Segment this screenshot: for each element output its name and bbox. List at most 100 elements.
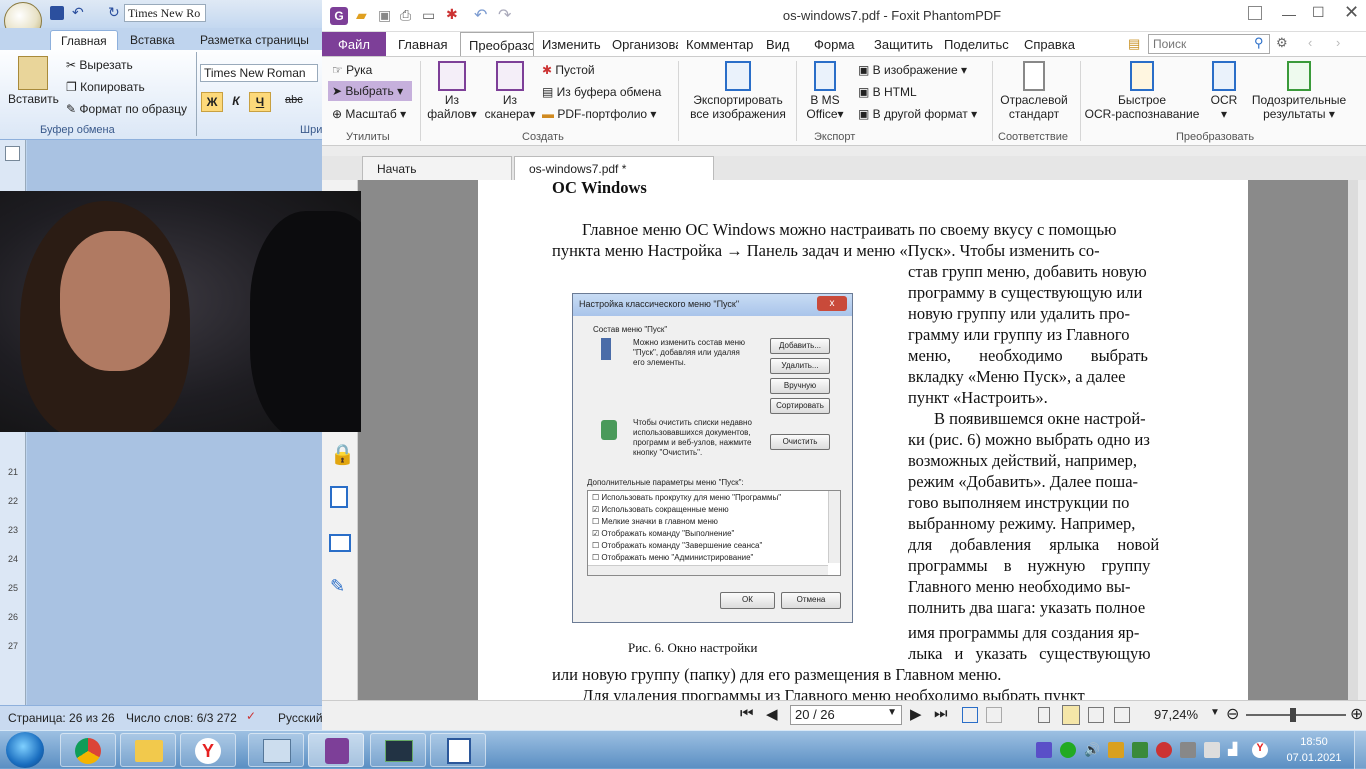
zoom-level[interactable]: 97,24% [1154, 707, 1198, 722]
clock[interactable]: 18:50 07.01.2021 [1286, 734, 1342, 766]
list-item[interactable]: ☑ Отображать команду "Выполнение" [592, 529, 734, 538]
list-item[interactable]: ☐ Отображать меню "Администрирование" [592, 553, 753, 562]
lock-icon[interactable]: 🔒 [330, 442, 355, 467]
format-painter-button[interactable]: ✎ Формат по образцу [66, 102, 187, 116]
checkbox[interactable]: ☐ [592, 493, 601, 502]
qat-font-box[interactable]: Times New Ro [124, 4, 206, 22]
open-folder-icon[interactable]: ▰ [356, 7, 367, 24]
back-icon[interactable]: ‹ [1308, 35, 1312, 50]
ok-button[interactable]: ОК [720, 592, 775, 609]
tab-file[interactable]: Файл [322, 32, 386, 56]
undo-icon[interactable]: ↶ [72, 4, 84, 21]
tray-icon[interactable] [1108, 742, 1124, 758]
facing-icon[interactable] [1088, 707, 1104, 723]
copy-button[interactable]: ❐ Копировать [66, 80, 145, 94]
options-list[interactable]: ☐ Использовать прокрутку для меню "Прогр… [587, 490, 841, 576]
list-item[interactable]: ☐ Использовать прокрутку для меню "Прогр… [592, 493, 781, 502]
action-center-icon[interactable] [1204, 742, 1220, 758]
from-scanner-button[interactable]: Из сканера▾ [484, 61, 536, 121]
network-icon[interactable]: ▟ [1228, 742, 1244, 758]
search-icon[interactable]: ⚲ [1254, 35, 1264, 51]
teams-icon[interactable] [1036, 742, 1052, 758]
close-icon[interactable]: ✕ [1344, 2, 1359, 23]
zoom-tool-button[interactable]: ⊕ Масштаб ▾ [332, 107, 406, 121]
taskbar-word[interactable] [430, 733, 486, 767]
tray-icon[interactable] [1132, 742, 1148, 758]
video-overlay[interactable] [0, 191, 361, 432]
last-page-icon[interactable]: ⏭ [934, 705, 948, 722]
taskbar-yandex[interactable]: Y [180, 733, 236, 767]
list-scrollbar[interactable] [828, 491, 840, 563]
to-html-button[interactable]: ▣ В HTML [858, 85, 917, 99]
find-icon[interactable]: ▤ [1128, 36, 1140, 52]
remove-button[interactable]: Удалить... [770, 358, 830, 374]
next-page-icon[interactable]: ▶ [910, 705, 922, 723]
save-icon[interactable] [50, 6, 64, 20]
start-button[interactable] [6, 732, 44, 768]
paste-icon[interactable] [18, 56, 48, 90]
page-signature-icon[interactable] [330, 486, 348, 508]
word-tab-layout[interactable]: Разметка страницы [190, 30, 319, 50]
layout-icon[interactable] [1248, 6, 1262, 20]
yandex-tray-icon[interactable]: Y [1252, 742, 1268, 758]
vertical-scrollbar[interactable] [1348, 180, 1358, 700]
taskbar-app[interactable] [370, 733, 426, 767]
underline-button[interactable]: Ч [249, 92, 271, 112]
blank-button[interactable]: ✱ Пустой [542, 63, 595, 77]
zoom-dropdown-icon[interactable]: ▼ [1210, 707, 1220, 718]
fit-width-icon[interactable] [986, 707, 1002, 723]
page-count-status[interactable]: Страница: 26 из 26 [8, 711, 115, 725]
maximize-icon[interactable]: ☐ [1312, 4, 1325, 21]
tools-icon[interactable]: ✎ [330, 576, 345, 597]
list-item[interactable]: ☐ Отображать команду "Завершение сеанса" [592, 541, 762, 550]
sort-button[interactable]: Сортировать [770, 398, 830, 414]
clear-button[interactable]: Очистить [770, 434, 830, 450]
redo-icon[interactable]: ↷ [498, 5, 511, 25]
zoom-slider[interactable] [1246, 708, 1346, 722]
tab-comment[interactable]: Комментар [678, 32, 761, 56]
create-icon[interactable]: ✱ [446, 6, 458, 23]
select-tool-button[interactable]: ➤ Выбрать ▾ [328, 81, 412, 101]
cut-button[interactable]: ✂ Вырезать [66, 58, 133, 72]
undo-icon[interactable]: ↶ [474, 5, 487, 25]
tab-edit[interactable]: Изменить [534, 32, 609, 56]
show-desktop-button[interactable] [1354, 731, 1366, 769]
list-item[interactable]: ☐ Мелкие значки в главном меню [592, 517, 718, 526]
word-tab-home[interactable]: Главная [50, 30, 118, 50]
italic-button[interactable]: К [226, 92, 246, 112]
export-images-button[interactable]: Экспортировать все изображения [686, 61, 790, 121]
paste-button[interactable]: Вставить [8, 92, 59, 106]
continuous-facing-icon[interactable] [1114, 707, 1130, 723]
hand-tool-button[interactable]: ☞ Рука [332, 63, 372, 77]
cancel-button[interactable]: Отмена [781, 592, 841, 609]
layers-icon[interactable] [329, 534, 351, 552]
zoom-in-icon[interactable]: ⊕ [1350, 704, 1363, 724]
fit-page-icon[interactable] [962, 707, 978, 723]
taskbar-control-panel[interactable] [248, 733, 304, 767]
from-clipboard-button[interactable]: ▤ Из буфера обмена [542, 85, 661, 99]
checkbox[interactable]: ☐ [592, 553, 601, 562]
forward-icon[interactable]: › [1336, 35, 1340, 50]
new-icon[interactable]: ▭ [422, 7, 435, 24]
tab-help[interactable]: Справка [1016, 32, 1083, 56]
taskbar-chrome[interactable] [60, 733, 116, 767]
volume-icon[interactable]: 🔊 [1084, 742, 1100, 758]
prev-page-icon[interactable]: ◀ [766, 705, 778, 723]
security-icon[interactable] [1156, 742, 1172, 758]
tab-share[interactable]: Поделитьс [936, 32, 1016, 56]
tab-view[interactable]: Вид [758, 32, 798, 56]
portfolio-button[interactable]: ▬ PDF-портфолио ▾ [542, 107, 656, 121]
minimize-icon[interactable]: — [1282, 6, 1296, 22]
proofing-icon[interactable]: ✓ [246, 709, 256, 723]
tray-app-icon[interactable] [1060, 742, 1076, 758]
add-button[interactable]: Добавить... [770, 338, 830, 354]
tray-icon[interactable] [1180, 742, 1196, 758]
list-item[interactable]: ☑ Использовать сокращенные меню [592, 505, 729, 514]
zoom-out-icon[interactable]: ⊖ [1226, 704, 1239, 724]
first-page-icon[interactable]: ⏮ [740, 705, 754, 722]
save-icon[interactable]: ▣ [378, 7, 391, 24]
to-other-format-button[interactable]: ▣ В другой формат ▾ [858, 107, 977, 121]
language-status[interactable]: Русский [278, 711, 323, 725]
from-files-button[interactable]: Из файлов▾ [426, 61, 478, 121]
checkbox-checked[interactable]: ☑ [592, 505, 601, 514]
